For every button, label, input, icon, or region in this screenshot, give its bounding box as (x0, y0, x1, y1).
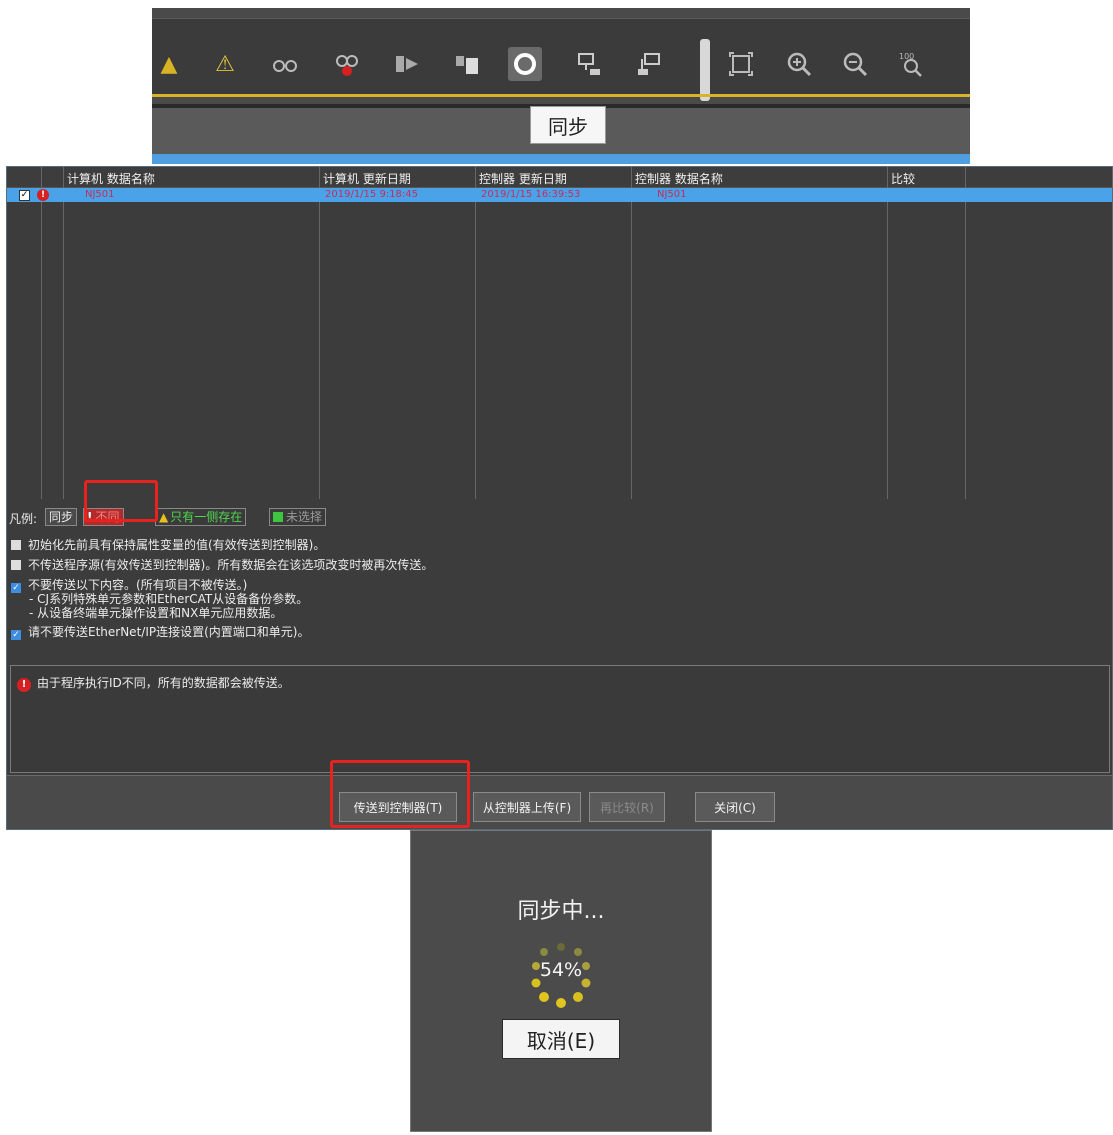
legend-sync: 同步 (45, 508, 78, 526)
sync-icon[interactable] (508, 47, 542, 81)
warning-icon[interactable]: ▲ (152, 47, 186, 81)
close-button[interactable]: 关闭(C) (695, 792, 775, 822)
glasses-icon[interactable] (268, 47, 302, 81)
legend-one-side: ▲ 只有一侧存在 (155, 508, 247, 526)
option-checkbox[interactable]: ✓ (11, 583, 21, 593)
error-icon: ! (17, 678, 31, 692)
page-caption-fragment (70, 0, 970, 8)
option-label: 不传送程序源(有效传送到控制器)。所有数据会在该选项改变时被再次传送。 (28, 558, 434, 572)
grid-col-divider (965, 167, 966, 499)
cell-ctrl-date: 2019/1/15 16:39:53 (481, 189, 581, 200)
toolbar-blue-line (152, 154, 970, 164)
legend-one-side-label: 只有一侧存在 (170, 510, 243, 524)
option-init-retain[interactable]: 初始化先前具有保持属性变量的值(有效传送到控制器)。 (11, 536, 325, 553)
recompare-button[interactable]: 再比较(R) (589, 792, 665, 822)
zoom-100-icon[interactable]: 100 (894, 47, 928, 81)
option-checkbox[interactable]: ✓ (11, 630, 21, 640)
offline-icon[interactable] (632, 47, 666, 81)
option-label: 初始化先前具有保持属性变量的值(有效传送到控制器)。 (28, 538, 326, 552)
legend-unselected-label: 未选择 (286, 510, 323, 524)
toolbar-separator[interactable] (700, 39, 710, 101)
message-box: ! 由于程序执行ID不同，所有的数据都会被传送。 (10, 665, 1110, 773)
option-checkbox[interactable] (11, 540, 21, 550)
progress-percent: 54% (539, 959, 583, 981)
toolbar-panel: ▲ ⚠ 100 同步 (152, 8, 970, 164)
zoom-in-icon[interactable] (782, 47, 816, 81)
progress-title: 同步中... (517, 899, 605, 924)
online-icon[interactable] (572, 47, 606, 81)
grid-col-divider (63, 167, 64, 499)
sync-dialog: 计算机 数据名称 计算机 更新日期 控制器 更新日期 控制器 数据名称 比较 ✓… (6, 166, 1113, 830)
option-no-eip[interactable]: ✓ 请不要传送EtherNet/IP连接设置(内置端口和单元)。 (11, 623, 309, 640)
cell-pc-name: NJ501 (85, 189, 115, 200)
grid-col-divider (319, 167, 320, 499)
grid-col-divider (631, 167, 632, 499)
message-line: ! 由于程序执行ID不同，所有的数据都会被传送。 (17, 674, 290, 692)
sync-progress-popup: 同步中... 54% 取消(E) (410, 830, 712, 1132)
cancel-button[interactable]: 取消(E) (502, 1019, 620, 1059)
col-header-pc-name[interactable]: 计算机 数据名称 (67, 170, 155, 187)
col-header-ctrl-name[interactable]: 控制器 数据名称 (635, 170, 723, 187)
zoom-out-icon[interactable] (838, 47, 872, 81)
row-checkbox[interactable]: ✓ (19, 190, 30, 201)
legend-diff: ! 不同 (83, 508, 124, 526)
option-checkbox[interactable] (11, 560, 21, 570)
option-sub-label: - 从设备终端单元操作设置和NX单元应用数据。 (29, 606, 283, 620)
col-header-ctrl-date[interactable]: 控制器 更新日期 (479, 170, 567, 187)
legend-unselected: 未选择 (269, 508, 327, 526)
dialog-footer: 传送到控制器(T) 从控制器上传(F) 再比较(R) 关闭(C) (7, 775, 1112, 829)
col-header-compare[interactable]: 比较 (891, 170, 915, 187)
option-label: 请不要传送EtherNet/IP连接设置(内置端口和单元)。 (28, 625, 310, 639)
message-text: 由于程序执行ID不同，所有的数据都会被传送。 (37, 676, 290, 690)
warning-off-icon[interactable]: ⚠ (208, 47, 242, 81)
alert-icon: ! (37, 189, 49, 201)
watch-icon[interactable] (330, 47, 364, 81)
sync-tooltip: 同步 (530, 106, 606, 144)
option-no-source[interactable]: 不传送程序源(有效传送到控制器)。所有数据会在该选项改变时被再次传送。 (11, 556, 433, 573)
cell-ctrl-name: NJ501 (657, 189, 687, 200)
toolbar-strip: ▲ ⚠ 100 (152, 18, 970, 101)
toolbar-accent-line (152, 94, 970, 97)
legend-diff-label: 不同 (95, 510, 120, 524)
transfer-icon[interactable] (390, 47, 424, 81)
option-subitem: - 从设备终端单元操作设置和NX单元应用数据。 (29, 604, 282, 621)
cell-pc-date: 2019/1/15 9:18:45 (325, 189, 419, 200)
upload-icon[interactable] (450, 47, 484, 81)
grid-col-divider (475, 167, 476, 499)
transfer-to-controller-button[interactable]: 传送到控制器(T) (339, 792, 457, 822)
grid-col-divider (887, 167, 888, 499)
grid-col-divider (41, 167, 42, 499)
legend-label: 凡例: (9, 512, 38, 526)
col-header-pc-date[interactable]: 计算机 更新日期 (323, 170, 411, 187)
fit-icon[interactable] (724, 47, 758, 81)
legend: 凡例: 同步 ! 不同 ▲ 只有一侧存在 未选择 (7, 506, 407, 528)
transfer-from-controller-button[interactable]: 从控制器上传(F) (473, 792, 581, 822)
